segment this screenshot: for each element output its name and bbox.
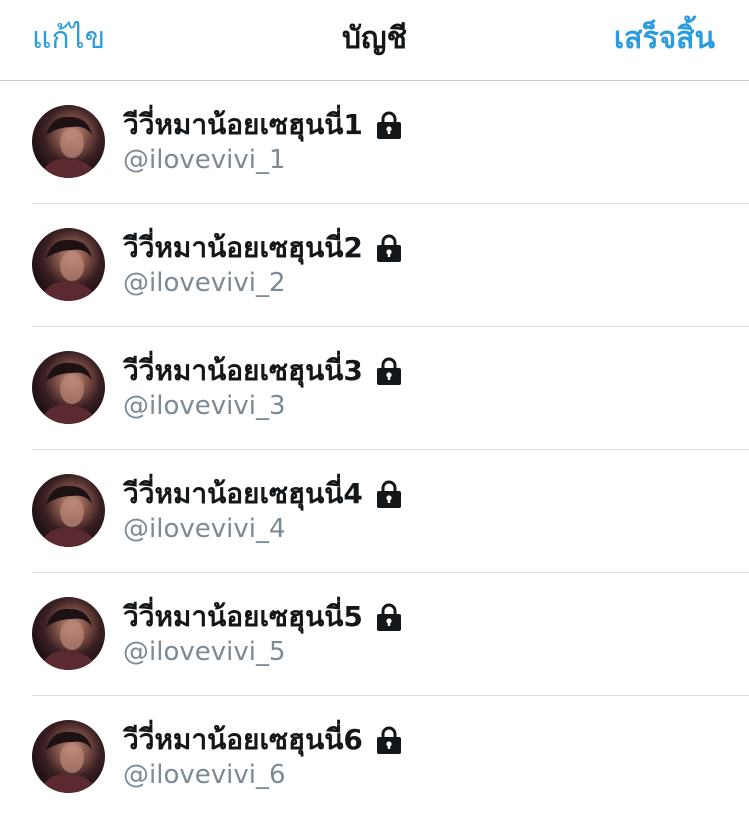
account-name: วีวี่หมาน้อยเซฮุนนี่3 xyxy=(123,354,363,387)
avatar xyxy=(32,720,105,793)
navigation-bar: แก้ไข บัญชี เสร็จสิ้น xyxy=(0,0,749,81)
account-handle: @ilovevivi_2 xyxy=(123,268,286,298)
account-handle: @ilovevivi_6 xyxy=(123,760,286,790)
account-name: วีวี่หมาน้อยเซฮุนนี่5 xyxy=(123,600,363,633)
avatar xyxy=(32,351,105,424)
account-handle: @ilovevivi_1 xyxy=(123,145,286,175)
lock-icon xyxy=(375,479,403,509)
lock-icon xyxy=(375,110,403,140)
account-row[interactable]: วีวี่หมาน้อยเซฮุนนี่6 @ilovevivi_6 xyxy=(0,696,749,819)
account-row[interactable]: วีวี่หมาน้อยเซฮุนนี่3 @ilovevivi_3 xyxy=(0,327,749,450)
lock-icon xyxy=(375,725,403,755)
account-name: วีวี่หมาน้อยเซฮุนนี่4 xyxy=(123,477,363,510)
done-button[interactable]: เสร็จสิ้น xyxy=(614,0,715,80)
avatar xyxy=(32,105,105,178)
avatar xyxy=(32,474,105,547)
account-name-line: วีวี่หมาน้อยเซฮุนนี่4 xyxy=(123,474,403,514)
account-handle: @ilovevivi_5 xyxy=(123,637,286,667)
account-row[interactable]: วีวี่หมาน้อยเซฮุนนี่4 @ilovevivi_4 xyxy=(0,450,749,573)
account-name: วีวี่หมาน้อยเซฮุนนี่2 xyxy=(123,231,363,264)
account-row[interactable]: วีวี่หมาน้อยเซฮุนนี่1 @ilovevivi_1 xyxy=(0,81,749,204)
lock-icon xyxy=(375,356,403,386)
account-row[interactable]: วีวี่หมาน้อยเซฮุนนี่2 @ilovevivi_2 xyxy=(0,204,749,327)
avatar xyxy=(32,228,105,301)
account-name: วีวี่หมาน้อยเซฮุนนี่6 xyxy=(123,723,363,756)
lock-icon xyxy=(375,233,403,263)
account-name-line: วีวี่หมาน้อยเซฮุนนี่5 xyxy=(123,597,403,637)
lock-icon xyxy=(375,602,403,632)
account-name-line: วีวี่หมาน้อยเซฮุนนี่6 xyxy=(123,720,403,760)
account-row[interactable]: วีวี่หมาน้อยเซฮุนนี่5 @ilovevivi_5 xyxy=(0,573,749,696)
avatar xyxy=(32,597,105,670)
account-name-line: วีวี่หมาน้อยเซฮุนนี่2 xyxy=(123,228,403,268)
account-name-line: วีวี่หมาน้อยเซฮุนนี่1 xyxy=(123,105,403,145)
account-name-line: วีวี่หมาน้อยเซฮุนนี่3 xyxy=(123,351,403,391)
account-name: วีวี่หมาน้อยเซฮุนนี่1 xyxy=(123,108,363,141)
account-list: วีวี่หมาน้อยเซฮุนนี่1 @ilovevivi_1 วีวี่… xyxy=(0,81,749,819)
account-handle: @ilovevivi_4 xyxy=(123,514,286,544)
account-handle: @ilovevivi_3 xyxy=(123,391,286,421)
